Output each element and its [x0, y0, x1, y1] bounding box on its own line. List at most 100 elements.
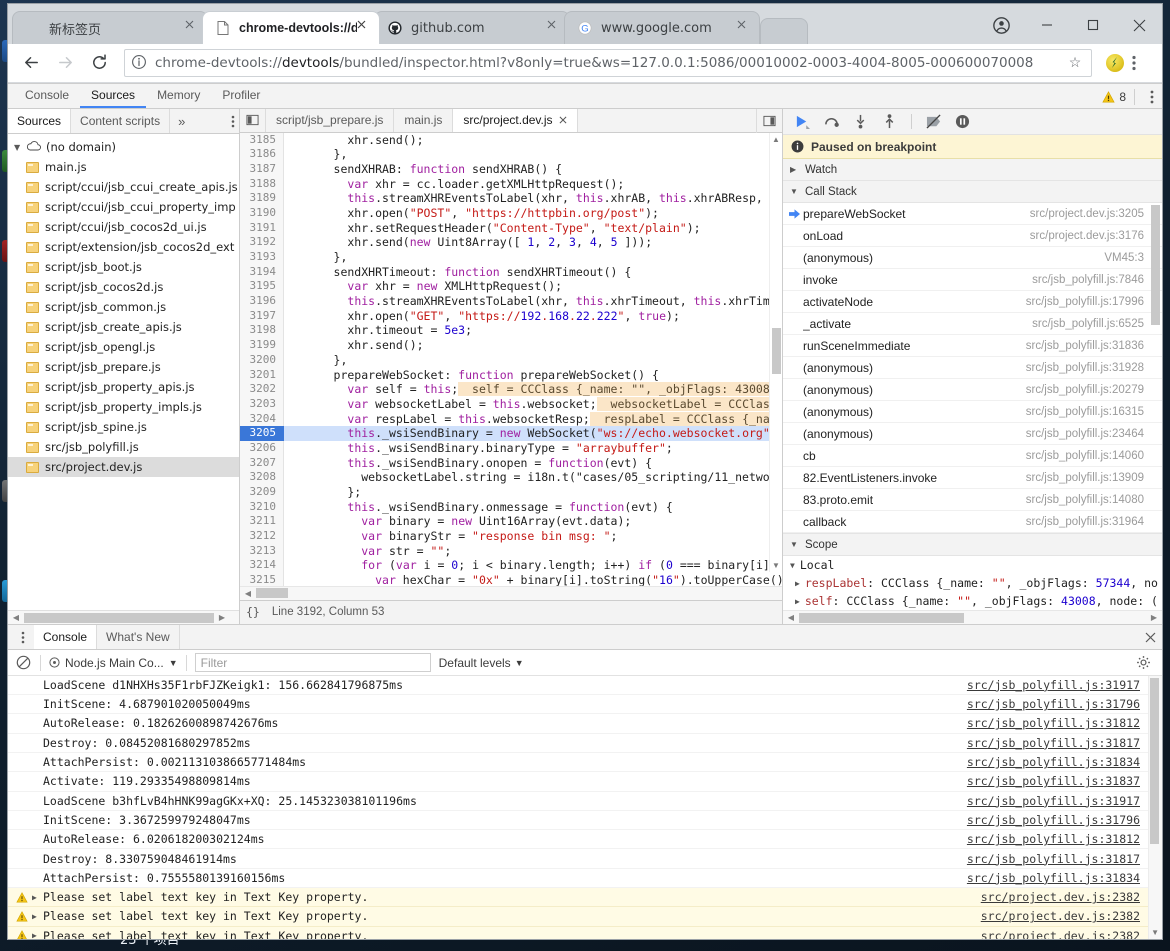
line-number[interactable]: 3202 — [240, 382, 284, 397]
code-line[interactable]: 3202 var self = this; self = CCClass {_n… — [240, 382, 782, 397]
line-number[interactable]: 3191 — [240, 221, 284, 236]
code-line[interactable]: 3188 var xhr = cc.loader.getXMLHttpReque… — [240, 177, 782, 192]
code-line[interactable]: 3206 this._wsiSendBinary.binaryType = "a… — [240, 441, 782, 456]
scrollbar-thumb[interactable] — [24, 613, 214, 623]
call-stack-frame[interactable]: 82.EventListeners.invokesrc/jsb_polyfill… — [783, 467, 1162, 489]
call-stack-frame[interactable]: onLoadsrc/project.dev.js:3176 — [783, 225, 1162, 247]
scrollbar-thumb[interactable] — [799, 613, 964, 623]
close-button[interactable] — [1116, 4, 1162, 46]
console-message-source-link[interactable]: src/jsb_polyfill.js:31917 — [967, 678, 1140, 692]
tree-root-no-domain[interactable]: ▼ (no domain) — [8, 137, 239, 157]
resume-button[interactable] — [793, 112, 812, 131]
console-message[interactable]: ▶Please set label text key in Text Key p… — [8, 927, 1162, 939]
drawer-tab-whats-new[interactable]: What's New — [97, 625, 180, 649]
console-message-source-link[interactable]: src/jsb_polyfill.js:31796 — [967, 813, 1140, 827]
line-number[interactable]: 3196 — [240, 294, 284, 309]
new-tab-button[interactable] — [760, 18, 808, 44]
console-message-source-link[interactable]: src/jsb_polyfill.js:31796 — [967, 697, 1140, 711]
code-line[interactable]: 3191 xhr.setRequestHeader("Content-Type"… — [240, 221, 782, 236]
watch-section-header[interactable]: ▶ Watch — [783, 159, 1162, 181]
line-number[interactable]: 3187 — [240, 162, 284, 177]
twisty-icon[interactable]: ▼ — [790, 561, 795, 570]
line-number[interactable]: 3204 — [240, 412, 284, 427]
scroll-left-arrow[interactable]: ◀ — [242, 589, 254, 598]
deactivate-breakpoints-button[interactable] — [924, 112, 943, 131]
console-message-source-link[interactable]: src/jsb_polyfill.js:31834 — [967, 755, 1140, 769]
call-stack-frame[interactable]: (anonymous)src/jsb_polyfill.js:23464 — [783, 423, 1162, 445]
code-line[interactable]: 3205 this._wsiSendBinary = new WebSocket… — [240, 426, 782, 441]
console-message[interactable]: ▶Please set label text key in Text Key p… — [8, 888, 1162, 907]
local-variable-row[interactable]: ▶respLabel: CCClass {_name: "", _objFlag… — [783, 574, 1162, 592]
chevron-down-icon[interactable]: ▼ — [515, 658, 524, 668]
line-number[interactable]: 3190 — [240, 206, 284, 221]
forward-button[interactable] — [50, 48, 80, 78]
line-number[interactable]: 3210 — [240, 500, 284, 515]
code-line[interactable]: 3186 }, — [240, 147, 782, 162]
toggle-debugger-icon[interactable] — [756, 109, 782, 133]
extension-icon[interactable] — [1106, 54, 1124, 72]
file-tree-item[interactable]: script/jsb_cocos2d.js — [8, 277, 239, 297]
line-number[interactable]: 3203 — [240, 397, 284, 412]
line-number[interactable]: 3215 — [240, 573, 284, 586]
code-line[interactable]: 3195 var xhr = new XMLHttpRequest(); — [240, 279, 782, 294]
console-message-source-link[interactable]: src/jsb_polyfill.js:31817 — [967, 852, 1140, 866]
expand-triangle-icon[interactable]: ▶ — [32, 893, 43, 902]
browser-tab-newtab[interactable]: 新标签页 — [12, 11, 208, 44]
scroll-left-arrow[interactable]: ◀ — [785, 613, 797, 622]
console-filter-input[interactable]: Filter — [195, 653, 431, 672]
bookmark-star-icon[interactable]: ☆ — [1065, 54, 1085, 71]
call-stack-frame[interactable]: (anonymous)src/jsb_polyfill.js:16315 — [783, 401, 1162, 423]
code-line[interactable]: 3189 this.streamXHREventsToLabel(xhr, th… — [240, 191, 782, 206]
console-message-source-link[interactable]: src/project.dev.js:2382 — [981, 909, 1140, 923]
scroll-down-arrow[interactable]: ▼ — [772, 559, 780, 572]
code-line[interactable]: 3214 for (var i = 0; i < binary.length; … — [240, 558, 782, 573]
console-message[interactable]: LoadScene d1NHXHs35F1rbFJZKeigk1: 156.66… — [8, 676, 1162, 695]
pretty-print-icon[interactable]: {} — [246, 605, 260, 619]
code-line[interactable]: 3194 sendXHRTimeout: function sendXHRTim… — [240, 265, 782, 280]
tab-close-icon[interactable] — [547, 20, 563, 36]
console-message[interactable]: Destroy: 0.08452081680297852mssrc/jsb_po… — [8, 734, 1162, 753]
call-stack-frame[interactable]: _activatesrc/jsb_polyfill.js:6525 — [783, 313, 1162, 335]
step-into-button[interactable] — [851, 112, 870, 131]
console-message-source-link[interactable]: src/jsb_polyfill.js:31817 — [967, 736, 1140, 750]
console-log-levels-selector[interactable]: Default levels ▼ — [439, 656, 524, 670]
code-line[interactable]: 3208 websocketLabel.string = i18n.t("cas… — [240, 470, 782, 485]
gear-icon[interactable] — [1136, 655, 1156, 670]
file-tree-item[interactable]: src/jsb_polyfill.js — [8, 437, 239, 457]
address-bar[interactable]: chrome-devtools://devtools/bundled/inspe… — [124, 49, 1092, 77]
code-line[interactable]: 3207 this._wsiSendBinary.onopen = functi… — [240, 456, 782, 471]
console-message[interactable]: AutoRelease: 6.020618200302124mssrc/jsb_… — [8, 830, 1162, 849]
editor-tab-project-dev[interactable]: src/project.dev.js — [453, 109, 577, 131]
console-scrollbar-track[interactable]: ▲ ▼ — [1148, 676, 1162, 939]
code-line[interactable]: 3197 xhr.open("GET", "https://192.168.22… — [240, 309, 782, 324]
call-stack-scrollbar-thumb[interactable] — [1151, 205, 1160, 325]
drawer-tab-console[interactable]: Console — [34, 625, 97, 649]
twisty-icon[interactable]: ▶ — [790, 165, 799, 174]
clear-console-icon[interactable] — [14, 654, 32, 672]
scroll-down-arrow[interactable]: ▼ — [1151, 928, 1159, 937]
file-tree-item[interactable]: script/jsb_prepare.js — [8, 357, 239, 377]
code-line[interactable]: 3213 var str = ""; — [240, 544, 782, 559]
editor-tab-jsb-prepare[interactable]: script/jsb_prepare.js — [266, 109, 394, 131]
call-stack-frame[interactable]: runSceneImmediatesrc/jsb_polyfill.js:318… — [783, 335, 1162, 357]
console-scrollbar-thumb[interactable] — [1150, 678, 1159, 844]
code-line[interactable]: 3203 var websocketLabel = this.websocket… — [240, 397, 782, 412]
drawer-close-icon[interactable] — [1145, 625, 1156, 650]
call-stack-frame[interactable]: cbsrc/jsb_polyfill.js:14060 — [783, 445, 1162, 467]
file-tree-item[interactable]: script/jsb_property_apis.js — [8, 377, 239, 397]
console-message-source-link[interactable]: src/jsb_polyfill.js:31917 — [967, 794, 1140, 808]
console-message-source-link[interactable]: src/jsb_polyfill.js:31812 — [967, 716, 1140, 730]
scrollbar-thumb[interactable] — [772, 328, 781, 374]
console-message[interactable]: AttachPersist: 0.0021131038665771484mssr… — [8, 753, 1162, 772]
browser-tab-devtools[interactable]: chrome-devtools://dev — [202, 11, 380, 44]
code-line[interactable]: 3187 sendXHRAB: function sendXHRAB() { — [240, 162, 782, 177]
line-number[interactable]: 3211 — [240, 514, 284, 529]
tab-close-icon[interactable] — [357, 20, 373, 36]
line-number[interactable]: 3198 — [240, 323, 284, 338]
scroll-right-arrow[interactable]: ▶ — [216, 613, 228, 622]
code-area[interactable]: 3185 xhr.send();3186 },3187 sendXHRAB: f… — [240, 133, 782, 587]
call-stack-frame[interactable]: callbacksrc/jsb_polyfill.js:31964 — [783, 511, 1162, 533]
code-line[interactable]: 3210 this._wsiSendBinary.onmessage = fun… — [240, 500, 782, 515]
file-tree-item[interactable]: script/extension/jsb_cocos2d_ext — [8, 237, 239, 257]
step-out-button[interactable] — [880, 112, 899, 131]
